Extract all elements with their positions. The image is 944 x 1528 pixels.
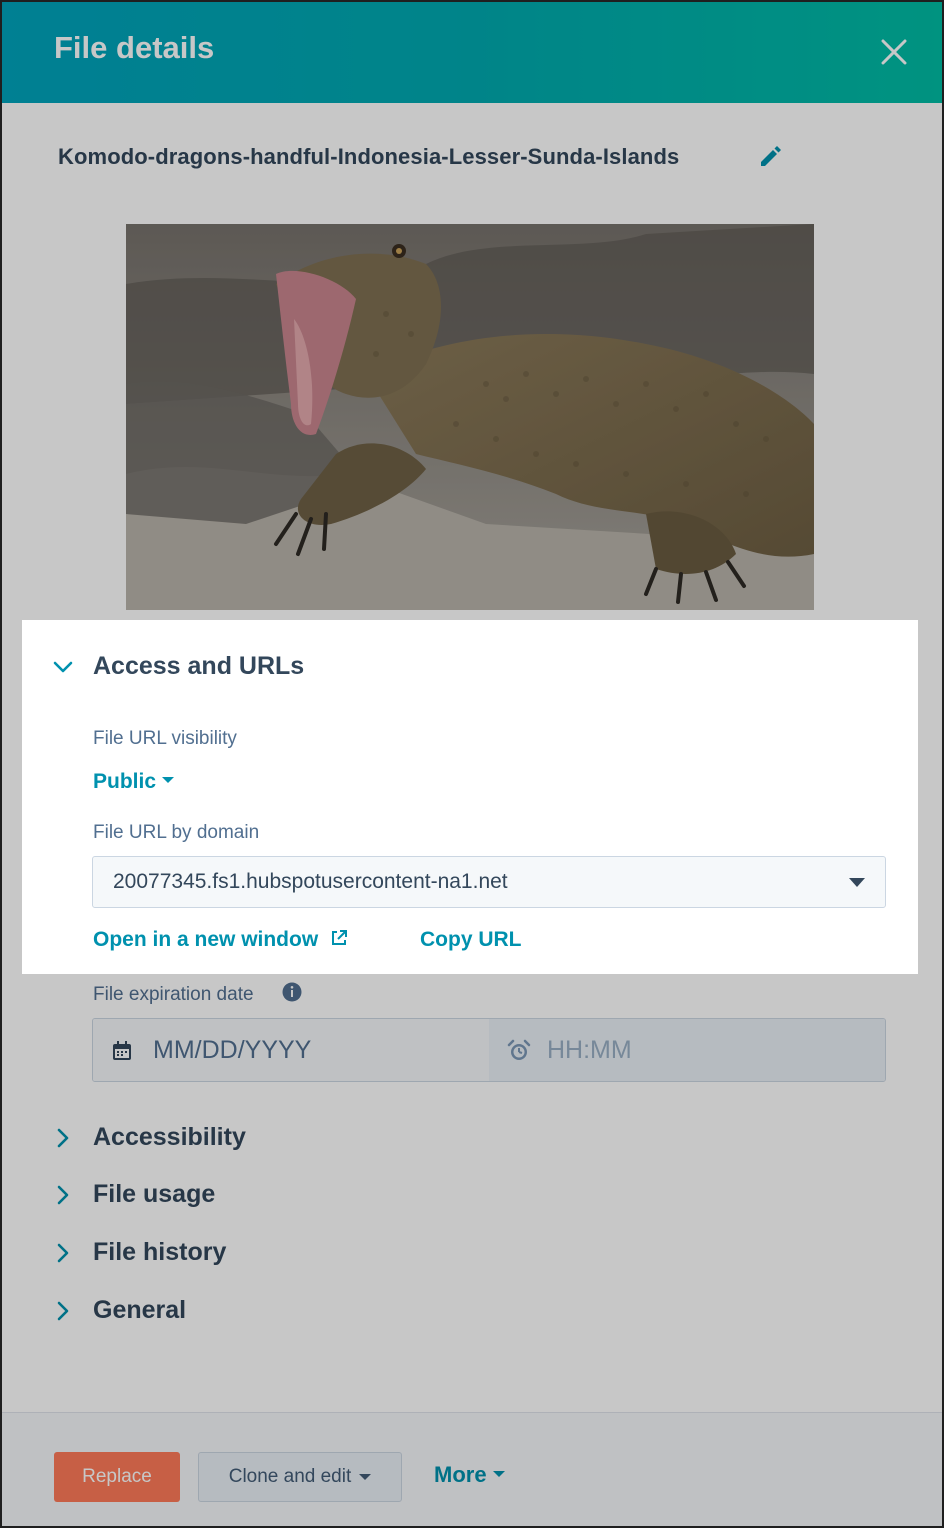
chevron-right-icon bbox=[57, 1185, 69, 1205]
section-general-label: General bbox=[93, 1296, 187, 1324]
komodo-dragon-image bbox=[126, 224, 814, 610]
chevron-down-icon bbox=[53, 661, 73, 673]
open-new-window-link[interactable]: Open in a new window bbox=[93, 928, 348, 952]
panel-title: File details bbox=[54, 30, 215, 65]
caret-down-icon bbox=[492, 1471, 505, 1478]
date-input[interactable]: MM/DD/YYYY bbox=[93, 1019, 489, 1081]
section-accessibility-label: Accessibility bbox=[93, 1123, 246, 1151]
more-label: More bbox=[434, 1462, 487, 1487]
visibility-value: Public bbox=[93, 770, 157, 793]
visibility-label: File URL visibility bbox=[93, 728, 237, 749]
replace-button[interactable]: Replace bbox=[54, 1452, 180, 1502]
copy-url-link[interactable]: Copy URL bbox=[420, 928, 522, 952]
info-icon[interactable] bbox=[282, 982, 302, 1002]
panel-header: File details bbox=[2, 2, 942, 103]
time-input[interactable]: HH:MM bbox=[489, 1019, 885, 1081]
visibility-dropdown[interactable]: Public bbox=[93, 770, 175, 794]
domain-value: 20077345.fs1.hubspotusercontent-na1.net bbox=[113, 870, 508, 893]
section-file-usage-label: File usage bbox=[93, 1180, 216, 1208]
file-name: Komodo-dragons-handful-Indonesia-Lesser-… bbox=[58, 144, 680, 169]
time-placeholder: HH:MM bbox=[547, 1036, 632, 1064]
clone-and-edit-button[interactable]: Clone and edit bbox=[198, 1452, 402, 1502]
clone-and-edit-label: Clone and edit bbox=[228, 1466, 352, 1487]
caret-down-icon bbox=[359, 1474, 372, 1480]
close-button[interactable] bbox=[874, 32, 914, 72]
expiration-date-field: MM/DD/YYYY HH:MM bbox=[92, 1018, 886, 1082]
chevron-right-icon bbox=[57, 1243, 69, 1263]
chevron-right-icon bbox=[57, 1128, 69, 1148]
section-access-label: Access and URLs bbox=[93, 652, 305, 680]
alarm-clock-icon bbox=[507, 1039, 531, 1060]
chevron-right-icon bbox=[57, 1301, 69, 1321]
caret-down-icon bbox=[162, 777, 175, 784]
external-link-icon bbox=[332, 930, 348, 945]
pencil-icon bbox=[761, 146, 781, 166]
domain-select[interactable]: 20077345.fs1.hubspotusercontent-na1.net bbox=[92, 856, 886, 908]
more-button[interactable]: More bbox=[434, 1462, 505, 1488]
open-new-window-label: Open in a new window bbox=[93, 928, 319, 951]
section-file-history-label: File history bbox=[93, 1238, 227, 1266]
close-icon bbox=[881, 39, 907, 65]
file-details-panel: File details Komodo-dragons-handful-Indo… bbox=[0, 0, 944, 1528]
dropdown-arrow-icon bbox=[849, 878, 865, 887]
file-preview-image bbox=[126, 224, 814, 610]
expiration-label: File expiration date bbox=[93, 984, 254, 1005]
domain-label: File URL by domain bbox=[93, 822, 260, 843]
edit-name-button[interactable] bbox=[756, 142, 784, 170]
calendar-icon bbox=[113, 1041, 131, 1060]
date-placeholder: MM/DD/YYYY bbox=[153, 1036, 312, 1064]
